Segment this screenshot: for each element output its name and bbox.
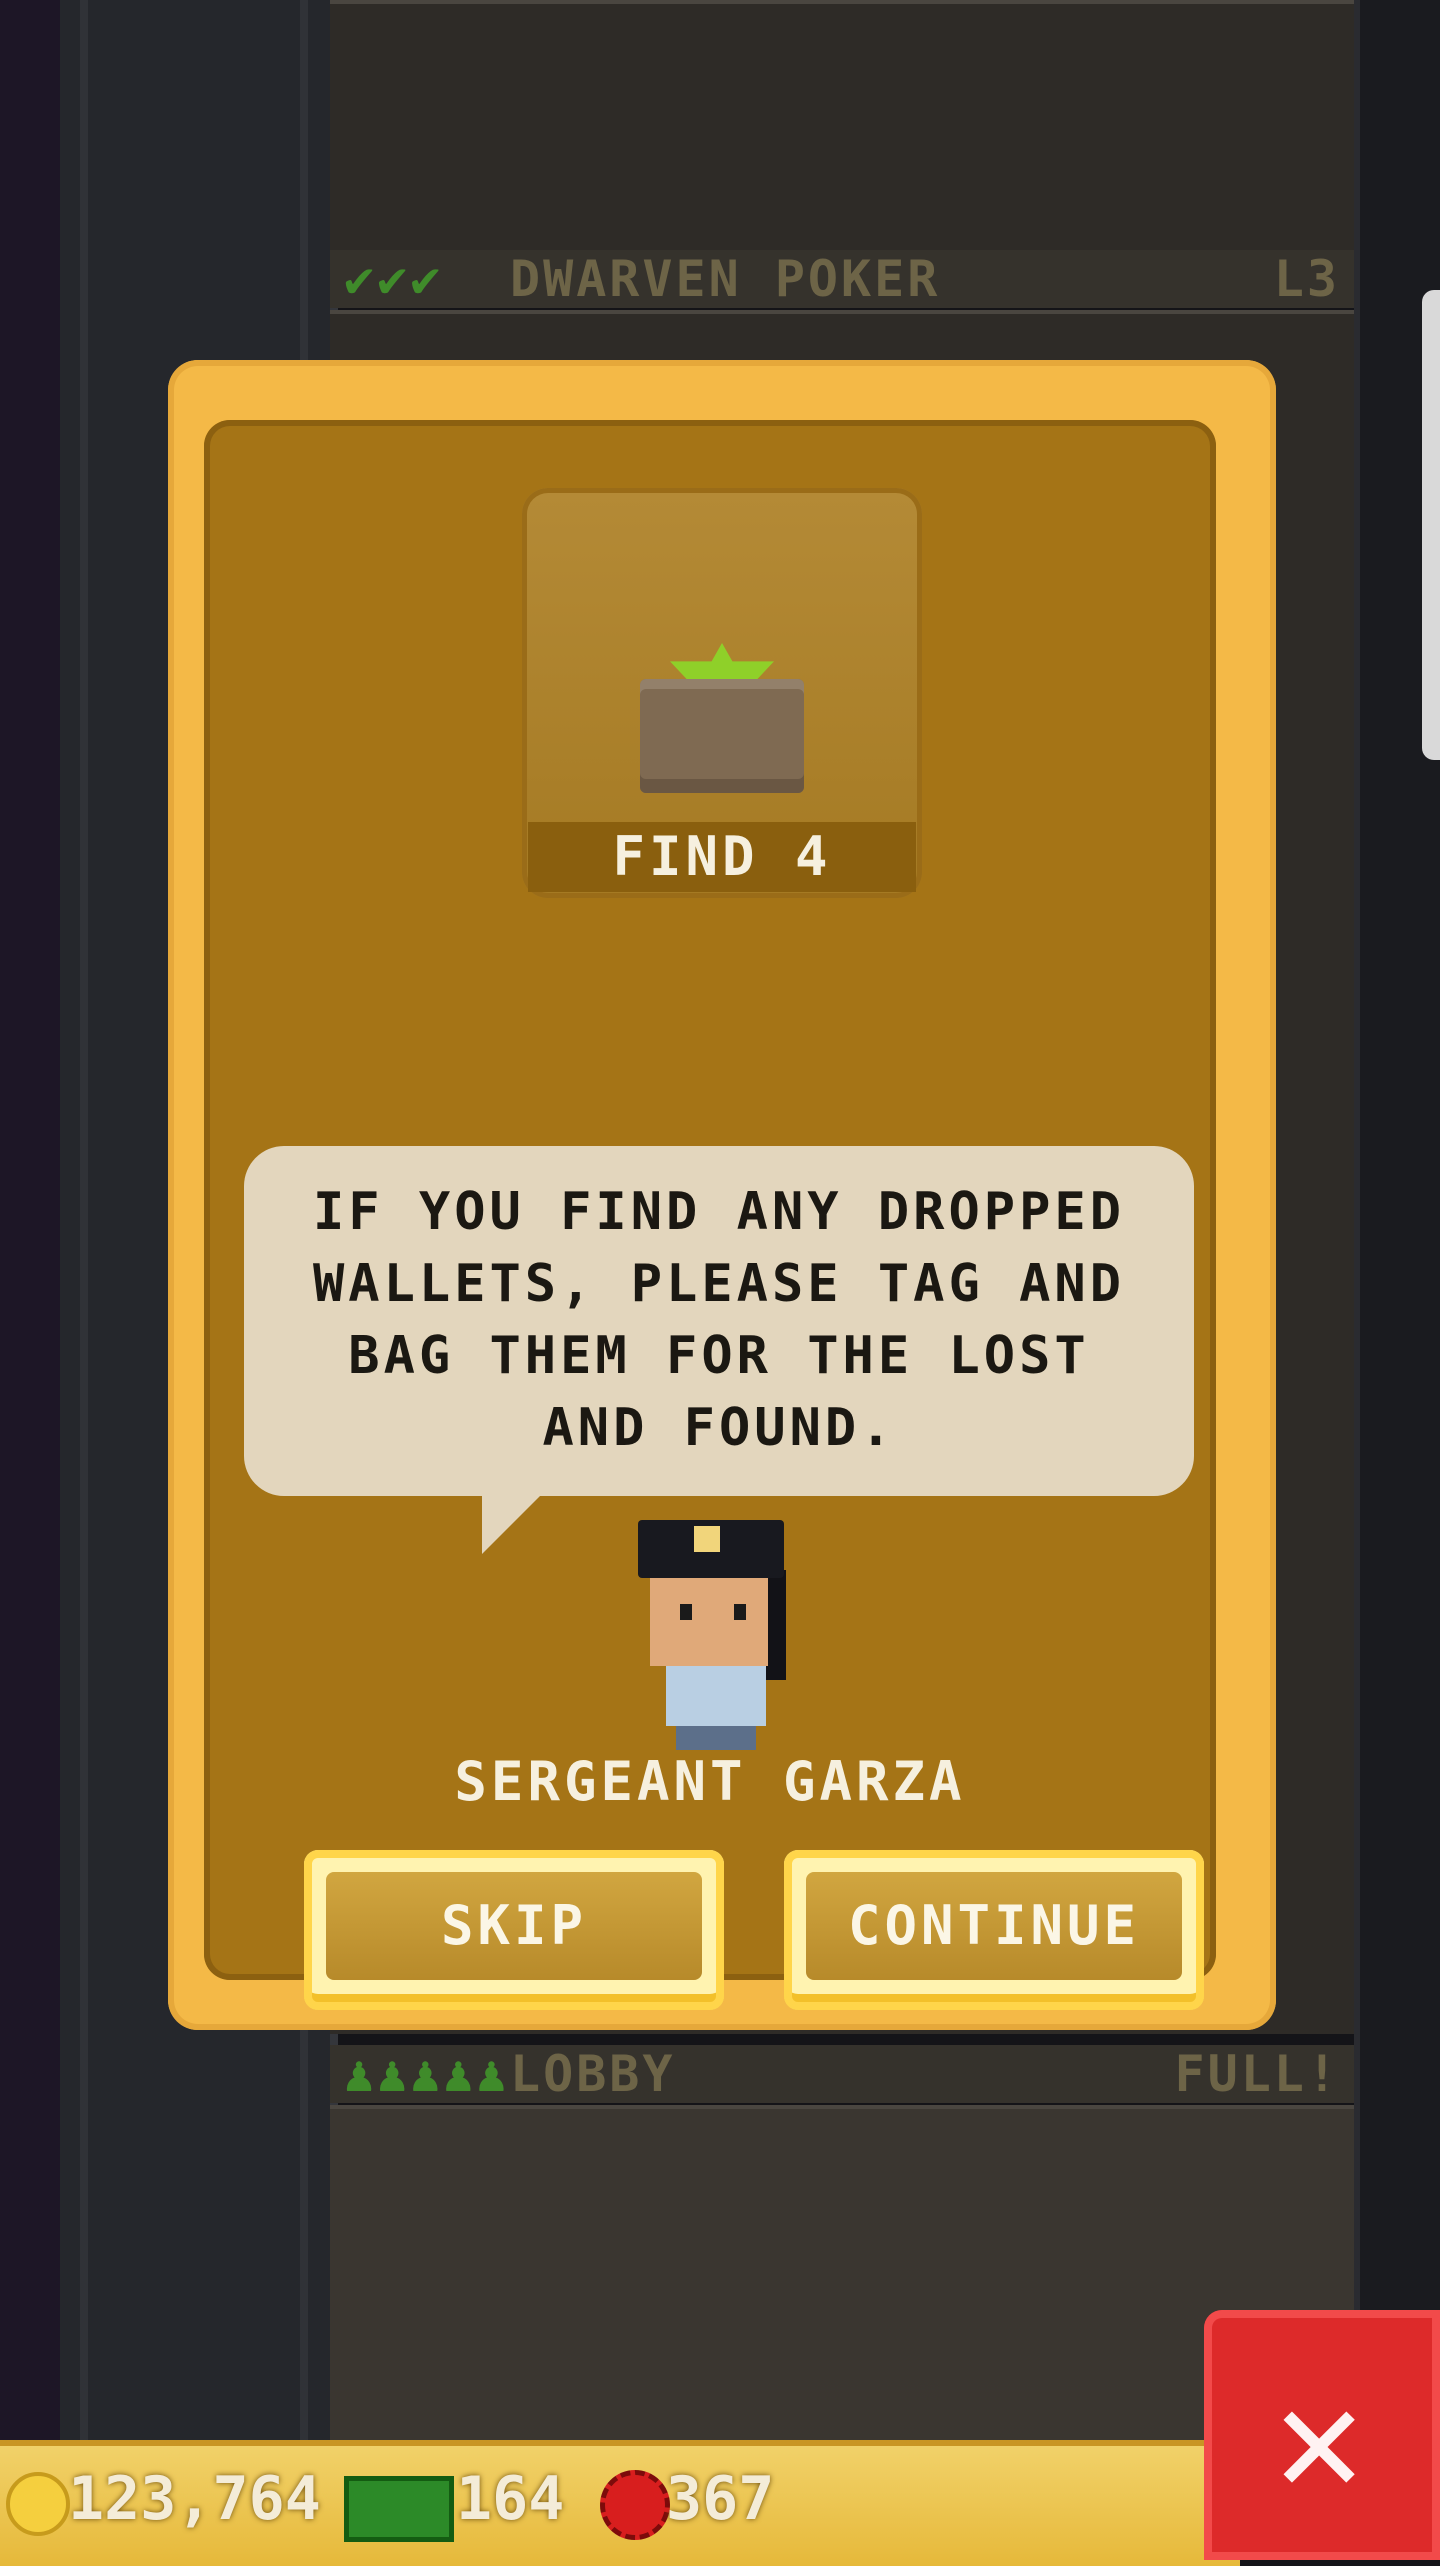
speech-bubble-tail xyxy=(482,1494,542,1554)
tokens-count: 367 xyxy=(666,2464,775,2534)
floor-name: LOBBY xyxy=(510,2045,676,2103)
night-sky xyxy=(0,0,60,2560)
skip-button-label: SKIP xyxy=(326,1872,702,1980)
side-scroll-tab[interactable] xyxy=(1422,290,1440,760)
continue-button-label: CONTINUE xyxy=(806,1872,1182,1980)
police-badge-icon xyxy=(694,1526,720,1552)
floor-label-dwarven-poker: ✔✔✔ DWARVEN POKER L3 xyxy=(330,250,1360,308)
skip-button[interactable]: SKIP xyxy=(304,1850,724,2010)
floor-dwarven-poker[interactable] xyxy=(330,0,1360,254)
close-button[interactable]: ✕ xyxy=(1204,2310,1440,2560)
mission-dialog-panel: FIND 4 IF YOU FIND ANY DROPPED WALLETS, … xyxy=(204,420,1216,2010)
sprout-pot-icon xyxy=(640,643,804,793)
floor-level: FULL! xyxy=(1174,2045,1340,2103)
speech-bubble: IF YOU FIND ANY DROPPED WALLETS, PLEASE … xyxy=(244,1146,1194,1496)
floor-name: DWARVEN POKER xyxy=(510,250,941,308)
floor-label-lobby: ♟♟♟♟♟ LOBBY FULL! xyxy=(330,2045,1360,2103)
close-x-icon: ✕ xyxy=(1274,2353,1365,2527)
coins-count: 123,764 xyxy=(68,2464,321,2534)
bux-icon xyxy=(344,2476,454,2542)
continue-button[interactable]: CONTINUE xyxy=(784,1850,1204,2010)
floor-checks: ✔✔✔ xyxy=(344,250,444,308)
character-name: SERGEANT GARZA xyxy=(454,1750,966,1813)
mission-dialog: FIND 4 IF YOU FIND ANY DROPPED WALLETS, … xyxy=(168,360,1276,2030)
floor-level: L3 xyxy=(1273,250,1340,308)
coin-icon xyxy=(6,2472,70,2536)
reward-label: FIND 4 xyxy=(528,822,916,892)
currency-bar: 123,764 164 367 xyxy=(0,2440,1240,2566)
reward-card: FIND 4 xyxy=(522,488,922,898)
token-icon xyxy=(600,2470,670,2540)
dialogue-text: IF YOU FIND ANY DROPPED WALLETS, PLEASE … xyxy=(312,1182,1126,1458)
floor-residents: ♟♟♟♟♟ xyxy=(344,2045,510,2103)
bux-count: 164 xyxy=(456,2464,565,2534)
character-avatar xyxy=(636,1520,796,1750)
